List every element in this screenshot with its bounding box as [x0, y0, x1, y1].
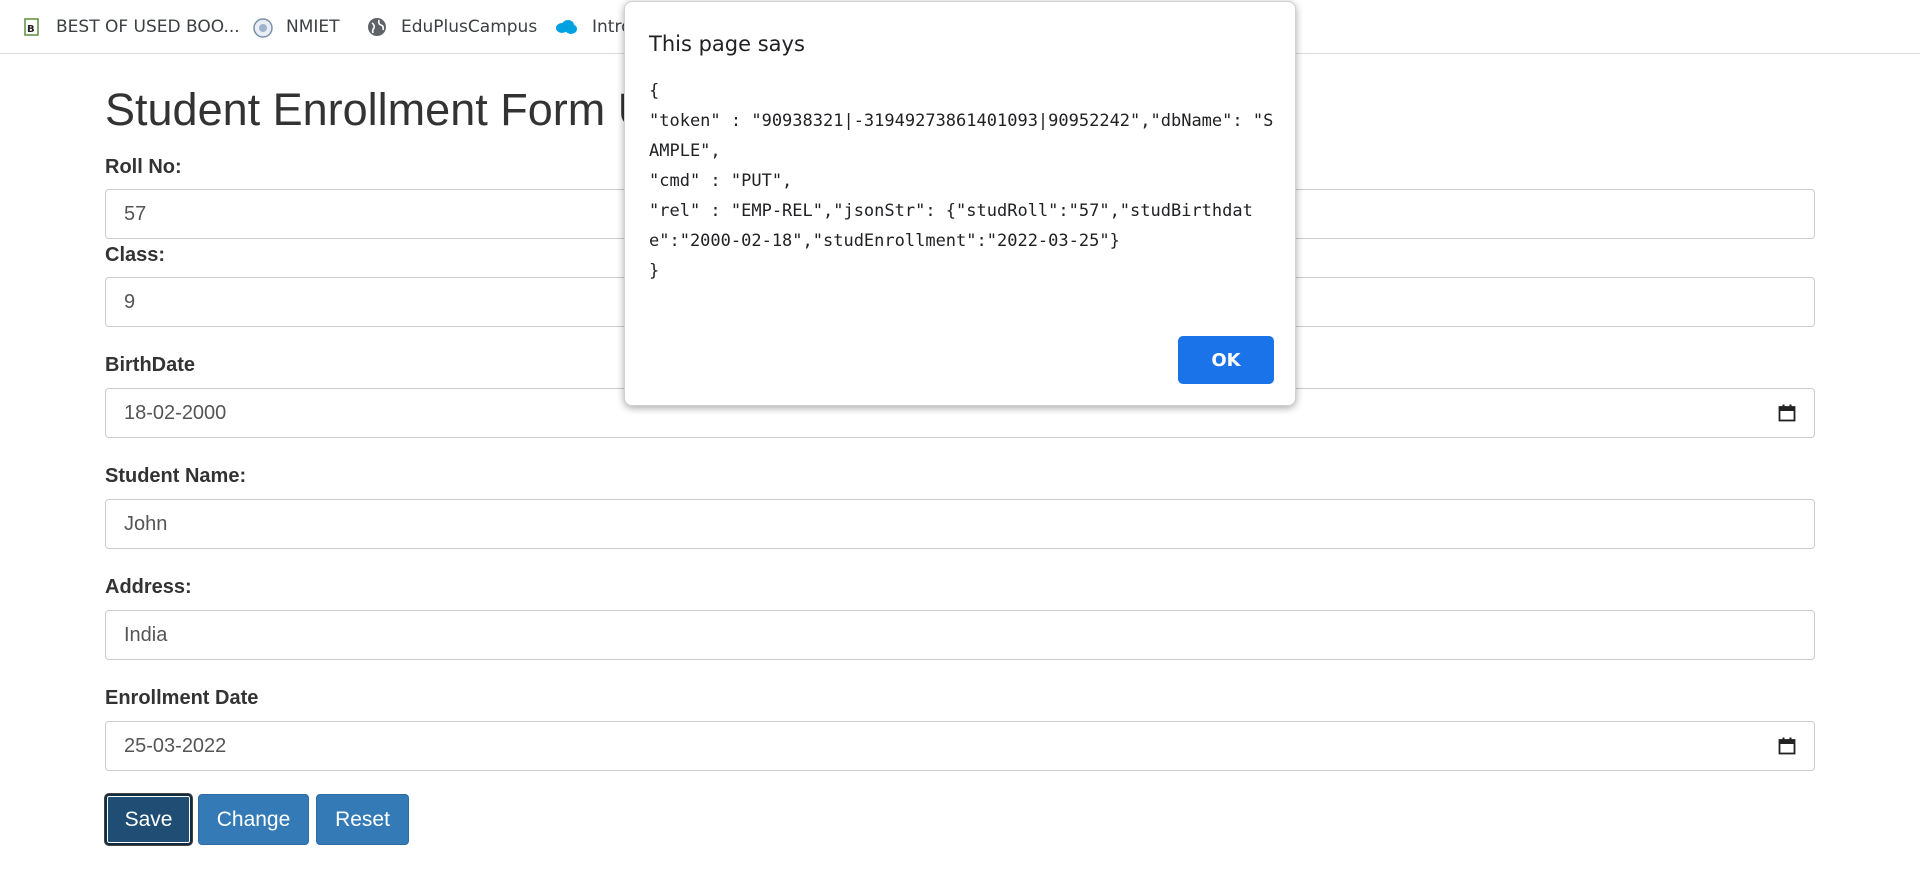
bookmark-label: NMIET [286, 17, 340, 37]
book-logo-icon: B [22, 17, 42, 37]
bookmark-best-of-used-books[interactable]: B BEST OF USED BOO... [22, 15, 240, 39]
student-name-input[interactable]: John [105, 499, 1815, 549]
reset-button[interactable]: Reset [316, 794, 409, 845]
bookmark-intro[interactable]: Intro [554, 15, 631, 39]
calendar-icon[interactable] [1778, 404, 1796, 422]
enrollment-date-value: 25-03-2022 [124, 734, 227, 757]
enrollment-date-input[interactable]: 25-03-2022 [105, 721, 1815, 771]
enrollment-date-label: Enrollment Date [105, 687, 259, 709]
address-input[interactable]: India [105, 610, 1815, 660]
birthdate-label: BirthDate [105, 354, 196, 376]
ok-button[interactable]: OK [1178, 336, 1274, 384]
calendar-icon[interactable] [1778, 737, 1796, 755]
bookmark-nmiet[interactable]: NMIET [252, 15, 340, 39]
dialog-title: This page says [649, 32, 805, 56]
student-name-label: Student Name: [105, 465, 247, 487]
globe-icon [367, 17, 387, 37]
roll-no-label: Roll No: [105, 156, 182, 178]
page-title: Student Enrollment Form U [105, 84, 651, 135]
change-button[interactable]: Change [198, 794, 309, 845]
class-label: Class: [105, 244, 166, 266]
bookmark-label: EduPlusCampus [401, 17, 538, 37]
bookmark-eduplus-campus[interactable]: EduPlusCampus [367, 15, 537, 39]
college-logo-icon [252, 17, 273, 38]
bookmark-label: BEST OF USED BOO... [56, 17, 240, 37]
save-button[interactable]: Save [105, 794, 192, 845]
dialog-message: { "token" : "90938321|-31949273861401093… [649, 81, 1274, 281]
salesforce-cloud-icon [554, 17, 578, 37]
alert-dialog: This page says { "token" : "90938321|-31… [624, 1, 1296, 406]
address-label: Address: [105, 576, 192, 598]
student-name-value: John [124, 512, 168, 535]
address-value: India [124, 623, 168, 646]
svg-text:B: B [27, 24, 35, 35]
